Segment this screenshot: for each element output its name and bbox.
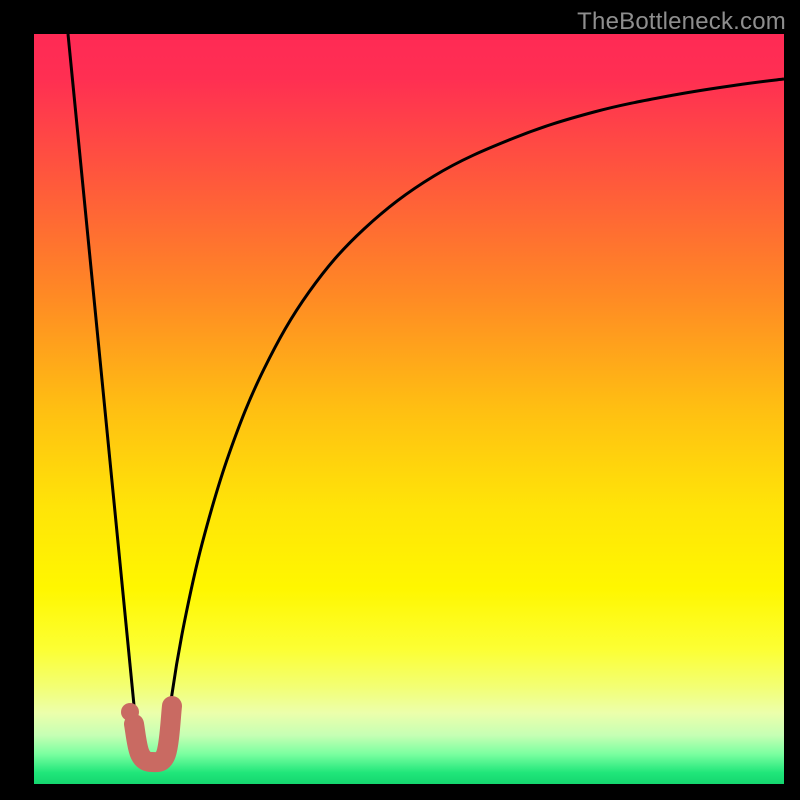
gradient-background xyxy=(34,34,784,784)
dot-layer xyxy=(121,703,139,721)
hook-dot xyxy=(121,703,139,721)
plot-area xyxy=(34,34,784,784)
chart-svg xyxy=(34,34,784,784)
watermark-text: TheBottleneck.com xyxy=(577,8,786,36)
chart-frame: TheBottleneck.com xyxy=(0,0,800,800)
